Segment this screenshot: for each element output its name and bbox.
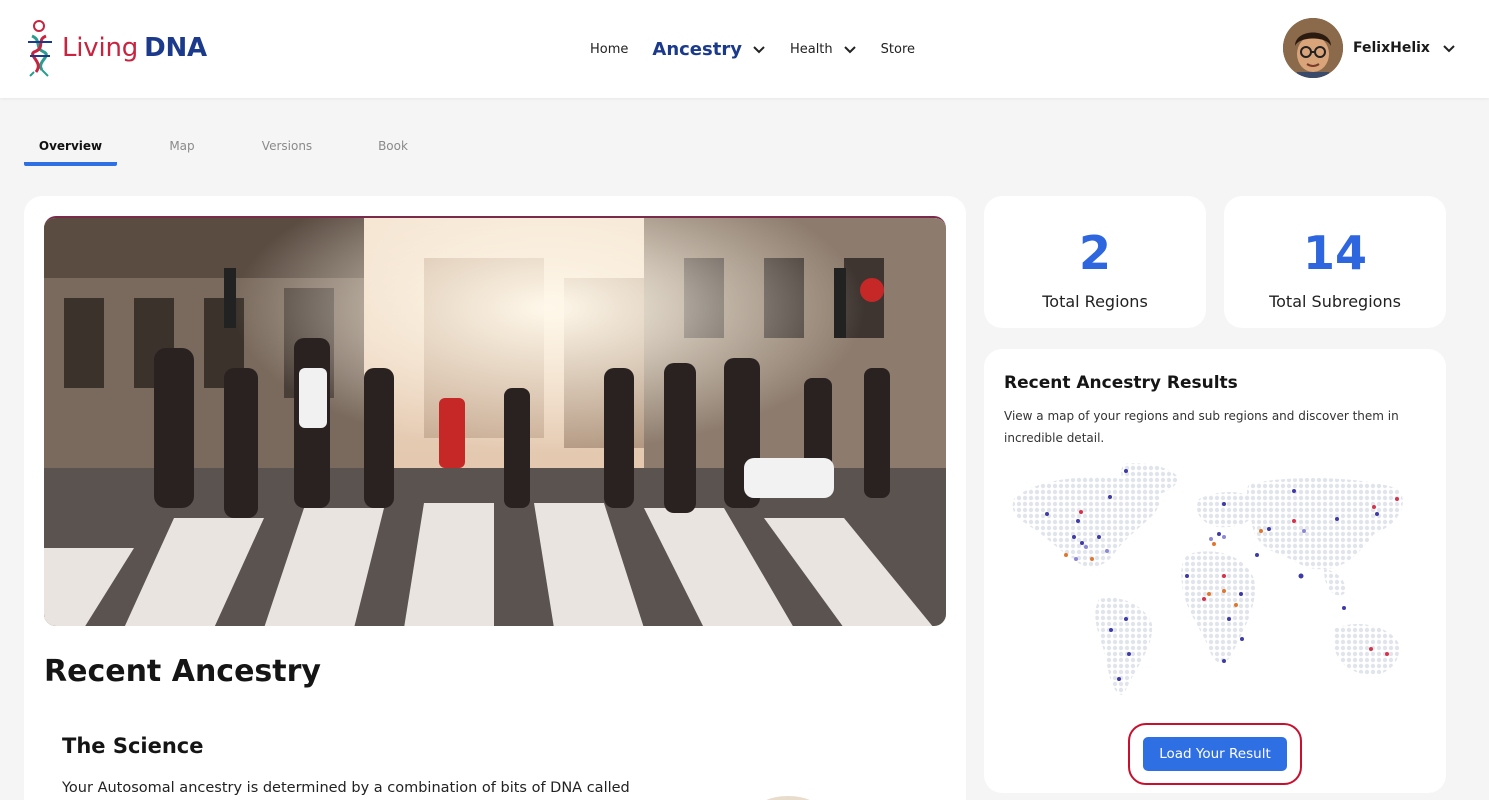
living-dna-logo[interactable]: Living DNA bbox=[22, 18, 207, 78]
nav-health[interactable]: Health bbox=[790, 42, 857, 57]
results-title: Recent Ancestry Results bbox=[1004, 373, 1238, 393]
tab-label: Versions bbox=[261, 139, 313, 153]
world-map-image bbox=[1012, 463, 1403, 695]
hero-image bbox=[44, 216, 946, 626]
user-menu[interactable]: FelixHelix bbox=[1283, 18, 1456, 78]
total-regions-card: 2 Total Regions bbox=[984, 196, 1206, 328]
science-heading: The Science bbox=[62, 734, 204, 758]
overview-tabs: Overview Map Versions Book bbox=[24, 128, 459, 166]
tab-overview[interactable]: Overview bbox=[24, 128, 117, 166]
chevron-down-icon bbox=[843, 46, 856, 54]
tab-book[interactable]: Book bbox=[327, 128, 459, 166]
tab-map[interactable]: Map bbox=[117, 128, 247, 166]
avatar-image bbox=[1283, 18, 1343, 78]
dna-figure-icon bbox=[28, 20, 52, 77]
logo-text: Living DNA bbox=[62, 33, 207, 63]
total-subregions-value: 14 bbox=[1302, 226, 1367, 280]
nav-ancestry[interactable]: Ancestry bbox=[652, 39, 766, 60]
main-nav: Home Ancestry Health Store bbox=[590, 0, 939, 98]
recent-ancestry-results-card: Recent Ancestry Results View a map of yo… bbox=[984, 349, 1446, 793]
nav-home-label: Home bbox=[590, 41, 629, 57]
chevron-down-icon bbox=[1443, 45, 1455, 53]
total-regions-label: Total Regions bbox=[1042, 292, 1148, 311]
recent-ancestry-card: Recent Ancestry The Science Your Autosom… bbox=[24, 196, 966, 800]
avatar[interactable] bbox=[1283, 18, 1343, 78]
crosswalk-photo bbox=[44, 218, 946, 626]
nav-store[interactable]: Store bbox=[881, 42, 915, 57]
tab-label: Overview bbox=[38, 139, 103, 153]
chevron-down-icon bbox=[753, 46, 765, 54]
total-subregions-label: Total Subregions bbox=[1269, 292, 1401, 311]
load-your-result-button[interactable]: Load Your Result bbox=[1143, 737, 1287, 771]
tab-versions[interactable]: Versions bbox=[247, 128, 327, 166]
nav-health-label: Health bbox=[789, 41, 833, 57]
results-description: View a map of your regions and sub regio… bbox=[1004, 409, 1399, 445]
user-name: FelixHelix bbox=[1353, 40, 1430, 56]
section-title: Recent Ancestry bbox=[44, 654, 321, 689]
nav-store-label: Store bbox=[880, 41, 916, 57]
science-text: Your Autosomal ancestry is determined by… bbox=[62, 780, 630, 796]
nav-ancestry-label: Ancestry bbox=[652, 38, 742, 60]
tab-label: Map bbox=[169, 139, 195, 153]
tab-label: Book bbox=[378, 139, 408, 153]
total-regions-value: 2 bbox=[1078, 226, 1111, 280]
top-header: Living DNA Home Ancestry Health Store Fe… bbox=[0, 0, 1489, 98]
decorative-image bbox=[756, 796, 820, 800]
total-subregions-card: 14 Total Subregions bbox=[1224, 196, 1446, 328]
nav-home[interactable]: Home bbox=[590, 42, 628, 57]
